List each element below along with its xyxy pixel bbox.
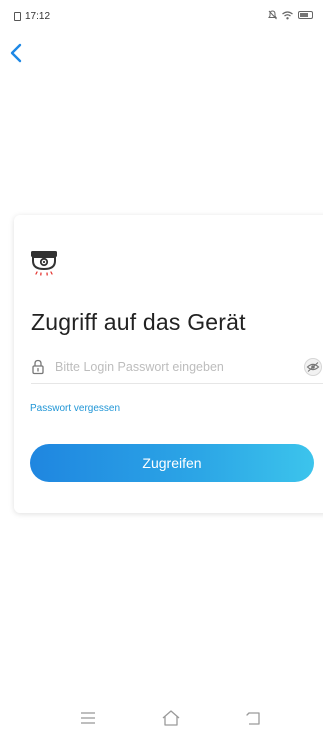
back-icon (246, 712, 260, 725)
forgot-password-link[interactable]: Passwort vergessen (30, 403, 120, 414)
sim-icon (14, 12, 21, 21)
status-time: 17:12 (25, 11, 51, 22)
wifi-icon (282, 10, 293, 19)
dome-camera-icon (31, 251, 57, 276)
password-input[interactable] (55, 356, 285, 378)
home-button[interactable] (157, 704, 185, 732)
menu-icon (81, 712, 95, 724)
lock-icon (32, 359, 44, 375)
back-button[interactable] (6, 40, 28, 66)
menu-button[interactable] (74, 704, 102, 732)
login-card: Zugriff auf das Gerät Passwort vergessen… (14, 215, 323, 513)
card-title: Zugriff auf das Gerät (31, 309, 246, 335)
system-back-button[interactable] (240, 704, 268, 732)
access-button[interactable]: Zugreifen (30, 444, 314, 482)
navigation-bar (0, 700, 323, 749)
password-row (31, 353, 323, 384)
mute-icon (268, 10, 277, 20)
status-right (268, 10, 313, 20)
eye-icon[interactable] (303, 357, 323, 377)
status-bar: 17:12 (0, 0, 323, 30)
battery-icon (298, 11, 313, 19)
login-screen: 17:12 Zugriff auf das Gerät Passwort ver… (0, 0, 323, 749)
chevron-left-icon (10, 43, 22, 63)
status-left: 17:12 (14, 11, 50, 22)
home-icon (162, 710, 180, 726)
